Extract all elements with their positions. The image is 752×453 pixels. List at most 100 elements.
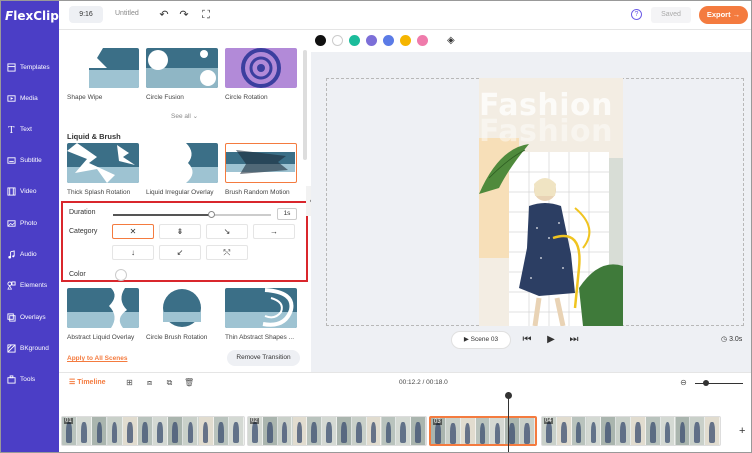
clip-frame	[213, 417, 229, 445]
thumb-circle-rotation[interactable]	[225, 48, 297, 88]
thumb-abstract-liquid-overlay[interactable]	[67, 288, 139, 328]
previous-scene-icon[interactable]: ⏮	[521, 334, 533, 346]
clip-frame	[556, 417, 572, 445]
sidebar-item-background[interactable]: BKground	[1, 338, 59, 368]
scene-duration[interactable]: ◷ 3.0s	[721, 335, 742, 343]
thumb-liquid-irregular-overlay[interactable]	[146, 143, 218, 183]
color-picker[interactable]	[115, 269, 127, 281]
zoom-out-icon[interactable]: ⊖	[679, 378, 688, 387]
duplicate-icon[interactable]: ⧉	[165, 378, 174, 387]
timeline-clip-04[interactable]: 04	[541, 416, 721, 446]
undo-icon[interactable]: ↶	[158, 9, 170, 21]
swatch-pink[interactable]	[417, 35, 428, 46]
apply-to-all-scenes-link[interactable]: Apply to All Scenes	[67, 355, 127, 362]
fullscreen-icon[interactable]: ⛶	[200, 9, 212, 21]
sidebar-item-label: Tools	[20, 376, 36, 383]
next-scene-icon[interactable]: ⏭	[568, 334, 580, 346]
shape-wipe-preview	[89, 48, 139, 88]
duration-value[interactable]: 1s	[277, 208, 297, 220]
color-label: Color	[69, 271, 86, 278]
scene-duration-value: 3.0s	[729, 336, 743, 343]
tools-icon	[7, 375, 16, 384]
timeline-clip-02[interactable]: 02	[247, 416, 427, 446]
frame-figure	[575, 422, 582, 444]
svg-text:T: T	[8, 126, 14, 134]
audio-icon	[8, 250, 15, 259]
frame-figure	[370, 422, 377, 444]
timeline-clip-01[interactable]: 01	[61, 416, 245, 446]
timeline-clip-03[interactable]: 03	[429, 416, 537, 446]
video-preview[interactable]: Fashion Fashion	[479, 78, 623, 326]
panel-scrollbar[interactable]	[303, 50, 307, 160]
remove-transition-button[interactable]: Remove Transition	[227, 350, 300, 366]
thumb-thick-splash-rotation[interactable]	[67, 143, 139, 183]
frame-figure	[111, 422, 118, 444]
clip-frame	[460, 418, 476, 444]
duration-slider[interactable]	[113, 211, 271, 218]
frame-figure	[355, 422, 362, 444]
split-icon[interactable]: ⧈	[145, 378, 154, 387]
swatch-black[interactable]	[315, 35, 326, 46]
thumb-circle-brush-rotation[interactable]	[146, 288, 218, 328]
sidebar-item-photo[interactable]: Photo	[1, 213, 59, 243]
delete-icon[interactable]: 🗑	[184, 378, 194, 387]
thumb-shape-wipe[interactable]	[67, 48, 139, 88]
frame-figure	[679, 422, 686, 444]
aspect-ratio-button[interactable]: 9:16	[69, 6, 103, 23]
playhead[interactable]	[508, 392, 509, 452]
swatch-teal[interactable]	[349, 35, 360, 46]
category-vertical-split-button[interactable]: ⇟	[159, 224, 201, 239]
thumb-circle-fusion[interactable]	[146, 48, 218, 88]
thumb-brush-random-motion[interactable]	[225, 143, 297, 183]
duration-label: Duration	[69, 209, 96, 216]
swatch-purple[interactable]	[366, 35, 377, 46]
category-cross-button[interactable]: ✕	[112, 224, 154, 239]
sidebar-item-text[interactable]: T Text	[1, 119, 59, 149]
category-down-left-button[interactable]: ↙	[159, 245, 201, 260]
zoom-slider-knob[interactable]	[703, 380, 709, 386]
category-down-right-button[interactable]: ↘	[206, 224, 248, 239]
frame-figure	[464, 423, 471, 444]
add-scene-icon[interactable]: ⊞	[125, 378, 134, 387]
category-down-button[interactable]: ↓	[112, 245, 154, 260]
category-right-button[interactable]: →	[253, 224, 295, 239]
category-shrink-button[interactable]: ⤲	[206, 245, 248, 260]
export-button[interactable]: Export →	[699, 6, 748, 24]
frame-figure	[96, 422, 103, 444]
clip-frame	[366, 417, 382, 445]
clip-frame	[168, 417, 184, 445]
frame-figure	[326, 422, 332, 444]
see-all-link[interactable]: See all ⌄	[171, 112, 198, 120]
sidebar-item-label: Audio	[20, 251, 37, 258]
sidebar-item-overlays[interactable]: Overlays	[1, 307, 59, 337]
thumb-thin-abstract-shapes[interactable]	[225, 288, 297, 328]
timeline-toggle[interactable]: ☰ Timeline	[69, 378, 106, 386]
sidebar-item-elements[interactable]: Elements	[1, 275, 59, 305]
sidebar-item-subtitle[interactable]: Subtitle	[1, 150, 59, 180]
add-clip-icon[interactable]: +	[739, 425, 745, 437]
swatch-yellow[interactable]	[400, 35, 411, 46]
paint-bucket-icon[interactable]: ◈	[447, 35, 458, 46]
sidebar-item-label: Subtitle	[20, 157, 42, 164]
sidebar-item-video[interactable]: Video	[1, 181, 59, 211]
scene-selector[interactable]: ▶ Scene 03	[451, 331, 511, 349]
duration-slider-fill	[113, 214, 211, 216]
redo-icon[interactable]: ↷	[178, 9, 190, 21]
swatch-white[interactable]	[332, 35, 343, 46]
clip-frame	[198, 417, 214, 445]
sidebar-item-audio[interactable]: Audio	[1, 244, 59, 274]
frame-figure	[233, 422, 239, 444]
sidebar-item-templates[interactable]: Templates	[1, 57, 59, 87]
clip-frame	[690, 417, 706, 445]
duration-slider-knob[interactable]	[207, 211, 215, 218]
project-title[interactable]: Untitled	[115, 10, 139, 17]
swatch-blue[interactable]	[383, 35, 394, 46]
color-swatch-row: ◈	[311, 30, 751, 52]
play-icon[interactable]: ▶	[545, 334, 557, 346]
section-title: Liquid & Brush	[67, 132, 121, 141]
saved-button[interactable]: Saved	[651, 7, 691, 23]
help-icon[interactable]: ?	[631, 9, 642, 20]
flexclip-logo[interactable]: FlexClip	[5, 9, 59, 23]
sidebar-item-media[interactable]: Media	[1, 88, 59, 118]
sidebar-item-tools[interactable]: Tools	[1, 369, 59, 399]
